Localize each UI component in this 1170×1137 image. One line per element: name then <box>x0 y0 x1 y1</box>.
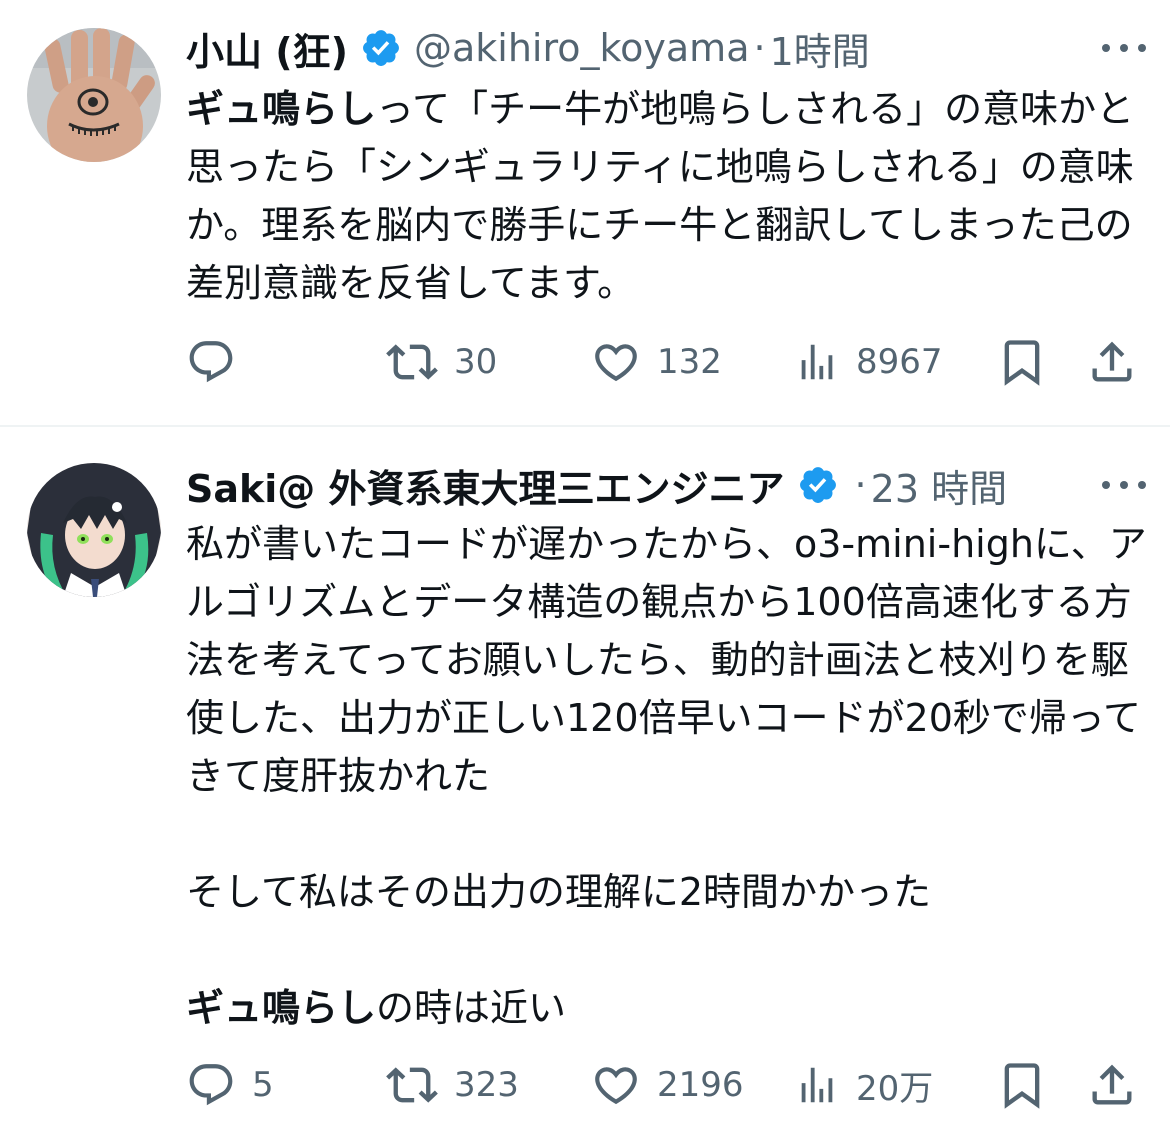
bold-term: ギュ鳴らし <box>186 986 377 1030</box>
avatar[interactable] <box>27 28 161 162</box>
like-button[interactable]: 132 <box>591 332 722 392</box>
heart-icon <box>595 344 637 382</box>
repost-count: 323 <box>454 1065 519 1105</box>
action-bar: 5 323 2196 20万 <box>186 1055 1140 1115</box>
repost-button[interactable]: 323 <box>386 1055 519 1115</box>
bookmark-icon <box>1004 1063 1040 1109</box>
avatar[interactable] <box>27 463 161 597</box>
timestamp[interactable]: 23 時間 <box>871 458 1007 513</box>
tweet-1[interactable]: 小山 (狂) @akihiro_koyama · 1時間 ギュ鳴らしって「チー牛… <box>0 0 1170 425</box>
like-button[interactable]: 2196 <box>591 1055 744 1115</box>
action-bar: 30 132 8967 <box>186 332 1140 392</box>
like-count: 2196 <box>657 1065 744 1105</box>
separator: · <box>753 26 766 70</box>
views-chart-icon <box>801 1067 833 1103</box>
display-name[interactable]: Saki@ 外資系東大理三エンジニア <box>186 458 785 513</box>
separator: · <box>854 463 867 507</box>
tweet-text: ギュ鳴らしって「チー牛が地鳴らしされる」の意味かと思ったら「シンギュラリティに地… <box>186 80 1146 312</box>
reply-icon <box>189 1064 233 1106</box>
share-button[interactable] <box>1086 1055 1138 1115</box>
tweet-2[interactable]: Saki@ 外資系東大理三エンジニア · 23 時間 私が書いたコードが遅かった… <box>0 427 1170 1137</box>
views-count: 20万 <box>856 1068 934 1109</box>
more-options-icon[interactable] <box>1100 475 1148 495</box>
bookmark-button[interactable] <box>996 1055 1048 1115</box>
display-name[interactable]: 小山 (狂) <box>186 21 348 76</box>
reply-count: 5 <box>252 1065 274 1105</box>
repost-icon <box>386 1067 438 1103</box>
timestamp[interactable]: 1時間 <box>770 21 870 76</box>
verified-badge-icon[interactable] <box>360 27 402 69</box>
verified-badge-icon[interactable] <box>797 464 839 506</box>
views-count: 8967 <box>856 342 943 382</box>
paragraph: 私が書いたコードが遅かったから、o3-mini-highに、アルゴリズムとデータ… <box>186 522 1147 798</box>
bookmark-icon <box>1004 340 1040 386</box>
repost-button[interactable]: 30 <box>386 332 497 392</box>
repost-count: 30 <box>454 342 498 382</box>
share-icon <box>1092 1064 1132 1105</box>
share-button[interactable] <box>1086 332 1138 392</box>
views-button[interactable]: 20万 <box>794 1055 933 1115</box>
heart-icon <box>595 1067 637 1105</box>
views-button[interactable]: 8967 <box>794 332 943 392</box>
bold-term: ギュ鳴らし <box>186 87 377 131</box>
tweet-header: 小山 (狂) @akihiro_koyama · 1時間 <box>186 18 1130 78</box>
bookmark-button[interactable] <box>996 332 1048 392</box>
views-chart-icon <box>801 344 833 380</box>
hand-eye-avatar <box>27 28 161 162</box>
reply-button[interactable]: 5 <box>186 1055 274 1115</box>
paragraph: そして私はその出力の理解に2時間かかった <box>186 870 932 914</box>
share-icon <box>1092 341 1132 382</box>
repost-icon <box>386 344 438 380</box>
tweet-header: Saki@ 外資系東大理三エンジニア · 23 時間 <box>186 455 1130 515</box>
more-options-icon[interactable] <box>1100 38 1148 58</box>
anime-girl-avatar <box>27 463 161 597</box>
reply-icon <box>189 341 233 383</box>
handle[interactable]: @akihiro_koyama <box>414 26 750 70</box>
text-segment: の時は近い <box>376 986 567 1030</box>
reply-button[interactable] <box>186 332 252 392</box>
like-count: 132 <box>657 342 722 382</box>
tweet-text: 私が書いたコードが遅かったから、o3-mini-highに、アルゴリズムとデータ… <box>186 515 1150 1037</box>
